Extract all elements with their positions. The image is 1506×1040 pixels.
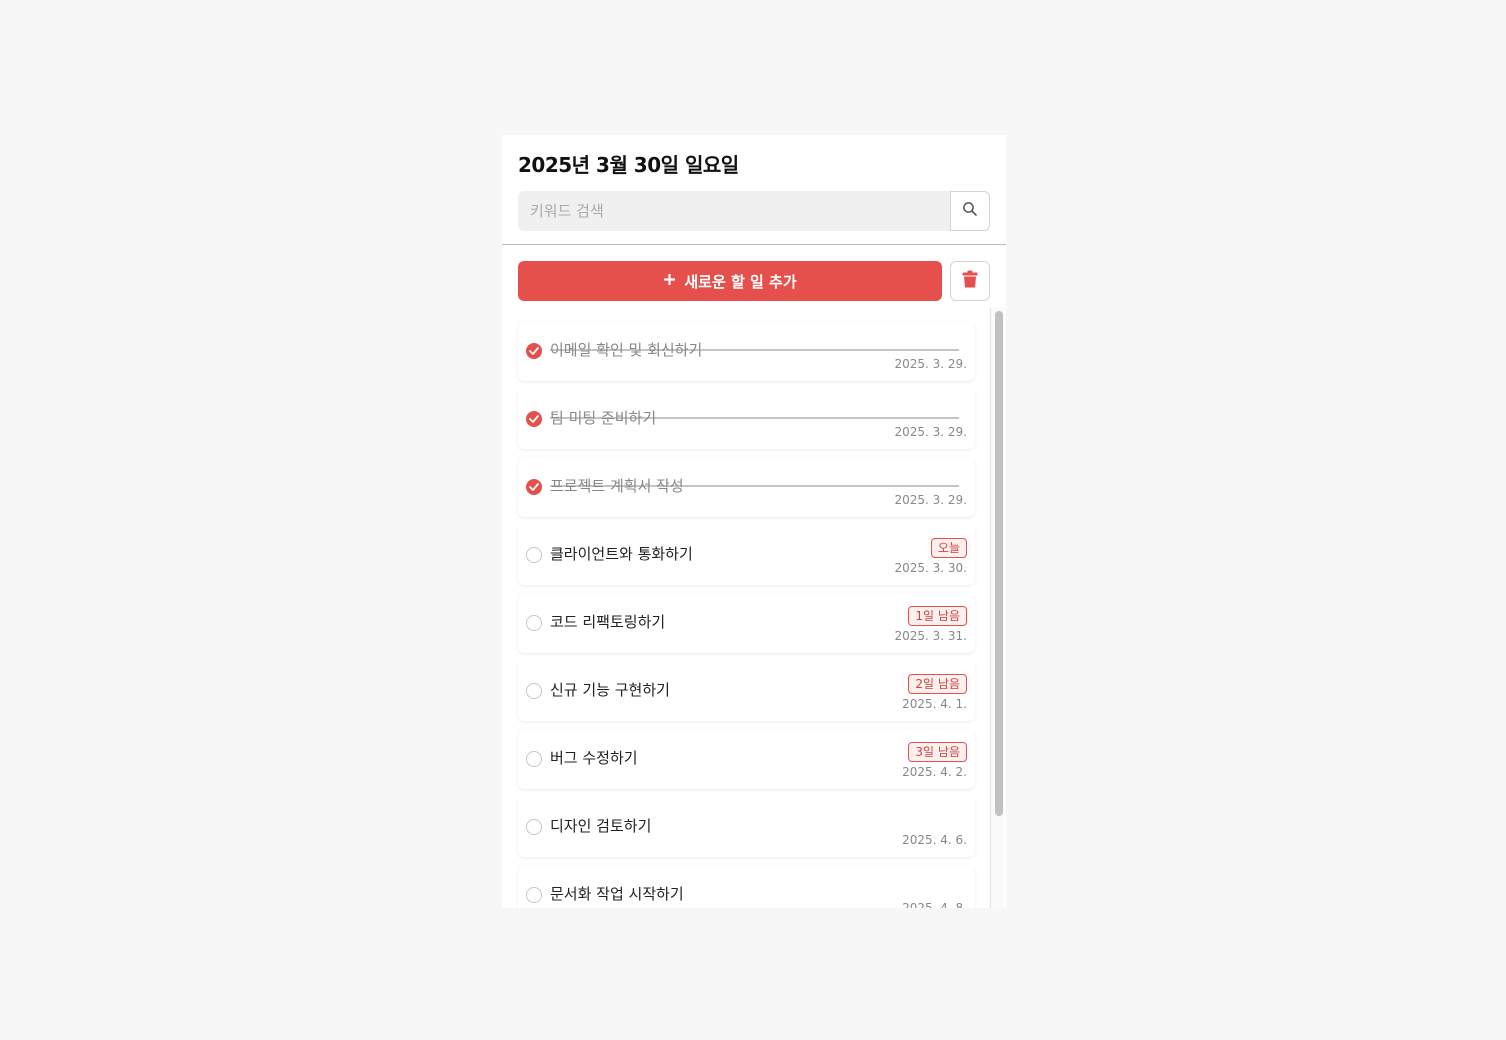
todo-item[interactable]: 코드 리팩토링하기 1일 남음 2025. 3. 31. bbox=[518, 593, 975, 653]
todo-item[interactable]: 버그 수정하기 3일 남음 2025. 4. 2. bbox=[518, 729, 975, 789]
todo-text: 코드 리팩토링하기 bbox=[550, 612, 666, 631]
trash-icon bbox=[962, 270, 978, 292]
todo-checkbox[interactable] bbox=[526, 615, 542, 631]
todo-meta: 2025. 4. 8. bbox=[902, 865, 967, 908]
todo-text: 이메일 확인 및 회신하기 bbox=[550, 340, 703, 359]
todo-checkbox[interactable] bbox=[526, 819, 542, 835]
scrollbar[interactable] bbox=[990, 308, 1004, 908]
due-badge: 1일 남음 bbox=[908, 606, 967, 626]
delete-button[interactable] bbox=[950, 261, 990, 301]
action-bar: 새로운 할 일 추가 bbox=[502, 245, 1006, 301]
todo-checkbox[interactable] bbox=[526, 683, 542, 699]
due-badge: 3일 남음 bbox=[908, 742, 967, 762]
todo-meta: 1일 남음 2025. 3. 31. bbox=[894, 593, 967, 653]
todo-date: 2025. 3. 31. bbox=[894, 629, 967, 643]
todo-text: 팀 미팅 준비하기 bbox=[550, 408, 657, 427]
search-bar bbox=[518, 191, 990, 231]
todo-meta: 오늘 2025. 3. 30. bbox=[894, 525, 967, 585]
due-badge: 2일 남음 bbox=[908, 674, 967, 694]
search-button[interactable] bbox=[950, 191, 990, 231]
todo-meta: 2025. 3. 29. bbox=[894, 457, 967, 517]
todo-meta: 3일 남음 2025. 4. 2. bbox=[902, 729, 967, 789]
todo-text: 버그 수정하기 bbox=[550, 748, 638, 767]
todo-app: 2025년 3월 30일 일요일 새로운 할 일 추가 bbox=[502, 135, 1006, 908]
todo-meta: 2025. 3. 29. bbox=[894, 321, 967, 381]
page-title: 2025년 3월 30일 일요일 bbox=[518, 153, 739, 177]
check-icon bbox=[529, 415, 539, 423]
todo-checkbox[interactable] bbox=[526, 479, 542, 495]
todo-checkbox[interactable] bbox=[526, 887, 542, 903]
todo-date: 2025. 3. 29. bbox=[894, 357, 967, 371]
todo-item[interactable]: 문서화 작업 시작하기 2025. 4. 8. bbox=[518, 865, 975, 908]
add-todo-button[interactable]: 새로운 할 일 추가 bbox=[518, 261, 942, 301]
todo-date: 2025. 3. 30. bbox=[894, 561, 967, 575]
todo-date: 2025. 3. 29. bbox=[894, 425, 967, 439]
todo-date: 2025. 4. 6. bbox=[902, 833, 967, 847]
todo-list-container: 이메일 확인 및 회신하기 2025. 3. 29. 팀 미팅 준비하기 202… bbox=[502, 308, 1006, 908]
todo-text: 프로젝트 계획서 작성 bbox=[550, 476, 684, 495]
todo-meta: 2025. 3. 29. bbox=[894, 389, 967, 449]
todo-checkbox[interactable] bbox=[526, 411, 542, 427]
header: 2025년 3월 30일 일요일 bbox=[502, 135, 1006, 244]
todo-item[interactable]: 프로젝트 계획서 작성 2025. 3. 29. bbox=[518, 457, 975, 517]
todo-text: 디자인 검토하기 bbox=[550, 816, 652, 835]
check-icon bbox=[529, 347, 539, 355]
todo-item[interactable]: 신규 기능 구현하기 2일 남음 2025. 4. 1. bbox=[518, 661, 975, 721]
search-icon bbox=[962, 201, 978, 221]
todo-date: 2025. 4. 1. bbox=[902, 697, 967, 711]
todo-date: 2025. 4. 2. bbox=[902, 765, 967, 779]
todo-text: 문서화 작업 시작하기 bbox=[550, 884, 684, 903]
todo-date: 2025. 3. 29. bbox=[894, 493, 967, 507]
todo-list: 이메일 확인 및 회신하기 2025. 3. 29. 팀 미팅 준비하기 202… bbox=[518, 321, 975, 908]
add-todo-label: 새로운 할 일 추가 bbox=[684, 272, 797, 291]
todo-item[interactable]: 팀 미팅 준비하기 2025. 3. 29. bbox=[518, 389, 975, 449]
todo-text: 신규 기능 구현하기 bbox=[550, 680, 670, 699]
check-icon bbox=[529, 483, 539, 491]
search-input[interactable] bbox=[518, 191, 950, 231]
todo-checkbox[interactable] bbox=[526, 547, 542, 563]
todo-meta: 2일 남음 2025. 4. 1. bbox=[902, 661, 967, 721]
todo-date: 2025. 4. 8. bbox=[902, 901, 967, 908]
due-badge: 오늘 bbox=[930, 538, 967, 558]
todo-item[interactable]: 클라이언트와 통화하기 오늘 2025. 3. 30. bbox=[518, 525, 975, 585]
scrollbar-thumb[interactable] bbox=[995, 311, 1003, 816]
todo-checkbox[interactable] bbox=[526, 343, 542, 359]
plus-icon bbox=[663, 272, 676, 290]
todo-text: 클라이언트와 통화하기 bbox=[550, 544, 693, 563]
todo-checkbox[interactable] bbox=[526, 751, 542, 767]
todo-item[interactable]: 이메일 확인 및 회신하기 2025. 3. 29. bbox=[518, 321, 975, 381]
todo-item[interactable]: 디자인 검토하기 2025. 4. 6. bbox=[518, 797, 975, 857]
todo-meta: 2025. 4. 6. bbox=[902, 797, 967, 857]
